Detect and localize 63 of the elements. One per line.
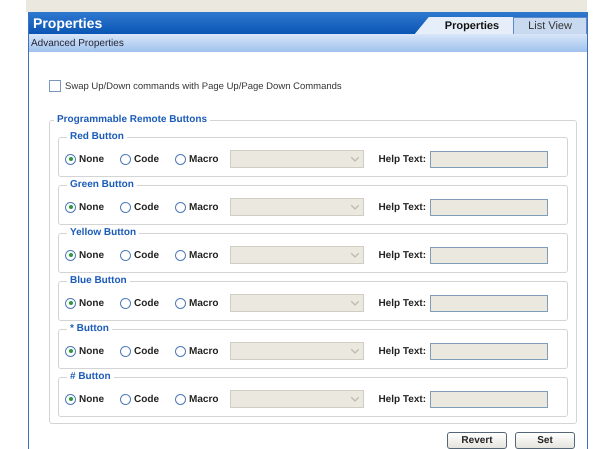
radio-label: Code <box>134 154 159 164</box>
section-title: Programmable Remote Buttons <box>54 114 210 125</box>
radio-label: Macro <box>189 202 218 212</box>
help-text-label: Help Text: <box>378 298 426 308</box>
radio-button[interactable] <box>120 250 131 260</box>
caret-icon <box>351 396 360 402</box>
group-title: # Button <box>67 371 114 382</box>
radio-button[interactable] <box>120 394 131 404</box>
help-text-label: Help Text: <box>378 154 426 164</box>
radio-label: None <box>79 298 104 308</box>
radio-button[interactable] <box>120 346 131 356</box>
group-title: Red Button <box>67 131 127 142</box>
radio-label: Macro <box>189 346 218 356</box>
radio-label: Code <box>134 298 159 308</box>
action-button[interactable]: Revert <box>447 432 507 449</box>
radio-button[interactable] <box>120 202 131 212</box>
radio-label: Macro <box>189 394 218 404</box>
radio-button[interactable] <box>120 154 131 164</box>
radio-label: None <box>79 250 104 260</box>
group-title: Green Button <box>67 179 137 190</box>
radio-label: Macro <box>189 154 218 164</box>
radio-label: None <box>79 394 104 404</box>
radio-label: None <box>79 202 104 212</box>
tab[interactable]: List View <box>513 17 587 34</box>
window-title: Properties <box>32 15 102 31</box>
caret-icon <box>351 156 360 162</box>
group-title: Blue Button <box>67 275 130 286</box>
help-text-label: Help Text: <box>378 250 426 260</box>
radio-label: Code <box>134 250 159 260</box>
caret-icon <box>351 204 360 210</box>
radio-button[interactable] <box>175 250 186 260</box>
radio-label: None <box>79 346 104 356</box>
radio-label: Macro <box>189 298 218 308</box>
help-text-label: Help Text: <box>378 394 426 404</box>
radio-button[interactable] <box>65 154 76 164</box>
radio-button[interactable] <box>175 202 186 212</box>
help-text-label: Help Text: <box>378 202 426 212</box>
group-title: * Button <box>67 323 112 334</box>
tab[interactable]: Properties <box>414 17 514 34</box>
radio-label: Code <box>134 346 159 356</box>
radio-label: Code <box>134 202 159 212</box>
radio-button[interactable] <box>175 154 186 164</box>
caret-icon <box>351 348 360 354</box>
subheader-text: Advanced Properties <box>31 38 124 48</box>
checkbox[interactable] <box>49 80 61 92</box>
radio-button[interactable] <box>120 298 131 308</box>
radio-label: Code <box>134 394 159 404</box>
caret-icon <box>351 300 360 306</box>
radio-button[interactable] <box>65 298 76 308</box>
help-text-label: Help Text: <box>378 346 426 356</box>
action-button[interactable]: Set <box>515 432 575 449</box>
caret-icon <box>351 252 360 258</box>
radio-label: Macro <box>189 250 218 260</box>
radio-button[interactable] <box>65 202 76 212</box>
radio-button[interactable] <box>175 346 186 356</box>
radio-button[interactable] <box>65 394 76 404</box>
checkbox-label: Swap Up/Down commands with Page Up/Page Down Commands <box>65 80 342 92</box>
radio-label: None <box>79 154 104 164</box>
radio-button[interactable] <box>65 250 76 260</box>
radio-button[interactable] <box>175 394 186 404</box>
group-title: Yellow Button <box>67 227 140 238</box>
radio-button[interactable] <box>65 346 76 356</box>
radio-button[interactable] <box>175 298 186 308</box>
